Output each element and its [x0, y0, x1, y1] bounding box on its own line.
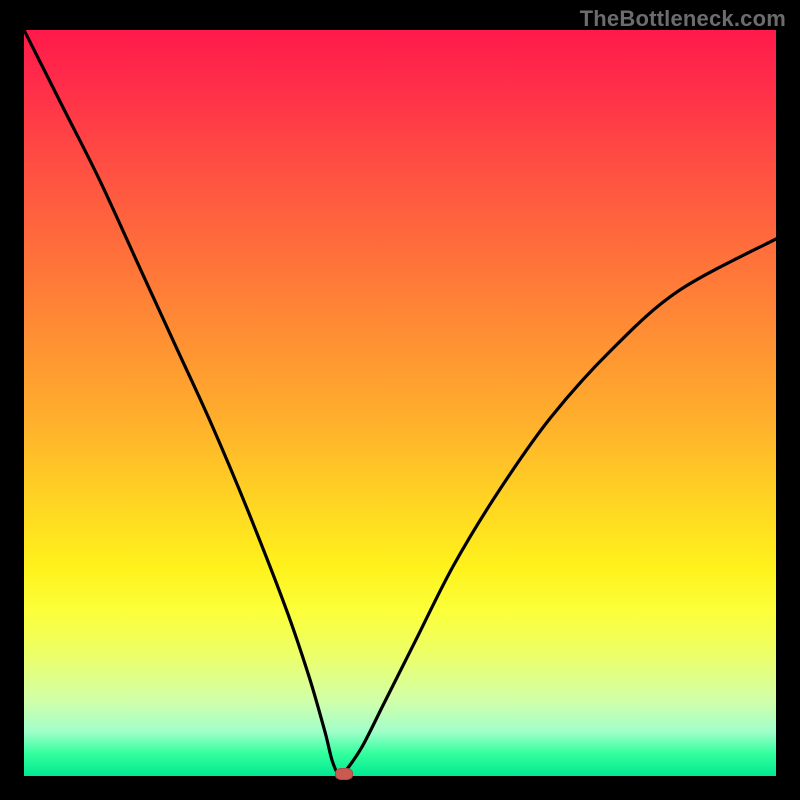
- chart-frame: TheBottleneck.com: [0, 0, 800, 800]
- watermark-text: TheBottleneck.com: [580, 6, 786, 32]
- plot-area: [24, 30, 776, 776]
- curve-path: [24, 30, 776, 776]
- optimal-point-marker: [335, 768, 353, 780]
- bottleneck-curve: [24, 30, 776, 776]
